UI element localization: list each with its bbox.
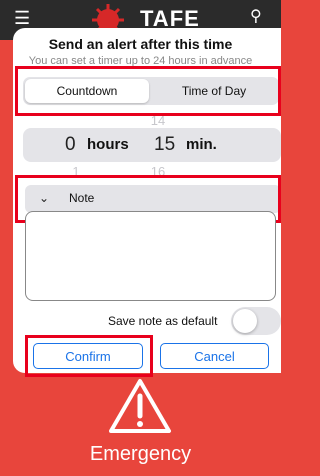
note-textarea[interactable]: [25, 211, 276, 301]
hours-value[interactable]: 0: [65, 134, 76, 156]
warning-icon: [109, 379, 171, 433]
menu-icon[interactable]: ☰: [14, 8, 30, 29]
minutes-unit: min.: [186, 136, 217, 153]
toggle-knob: [233, 309, 257, 333]
cancel-button[interactable]: Cancel: [160, 343, 269, 369]
time-picker[interactable]: 0 hours 15 min.: [23, 128, 281, 162]
dialog-title: Send an alert after this time: [48, 36, 233, 52]
minutes-above[interactable]: 14: [138, 113, 178, 128]
person-icon[interactable]: ⚲: [250, 6, 262, 26]
emergency-label[interactable]: Emergency: [0, 443, 281, 466]
save-default-toggle[interactable]: [231, 307, 281, 335]
segment-highlight-box: [15, 66, 281, 116]
save-default-label: Save note as default: [108, 314, 218, 328]
minutes-value[interactable]: 15: [154, 134, 175, 156]
confirm-highlight-box: [25, 335, 153, 377]
hours-unit: hours: [87, 136, 129, 153]
